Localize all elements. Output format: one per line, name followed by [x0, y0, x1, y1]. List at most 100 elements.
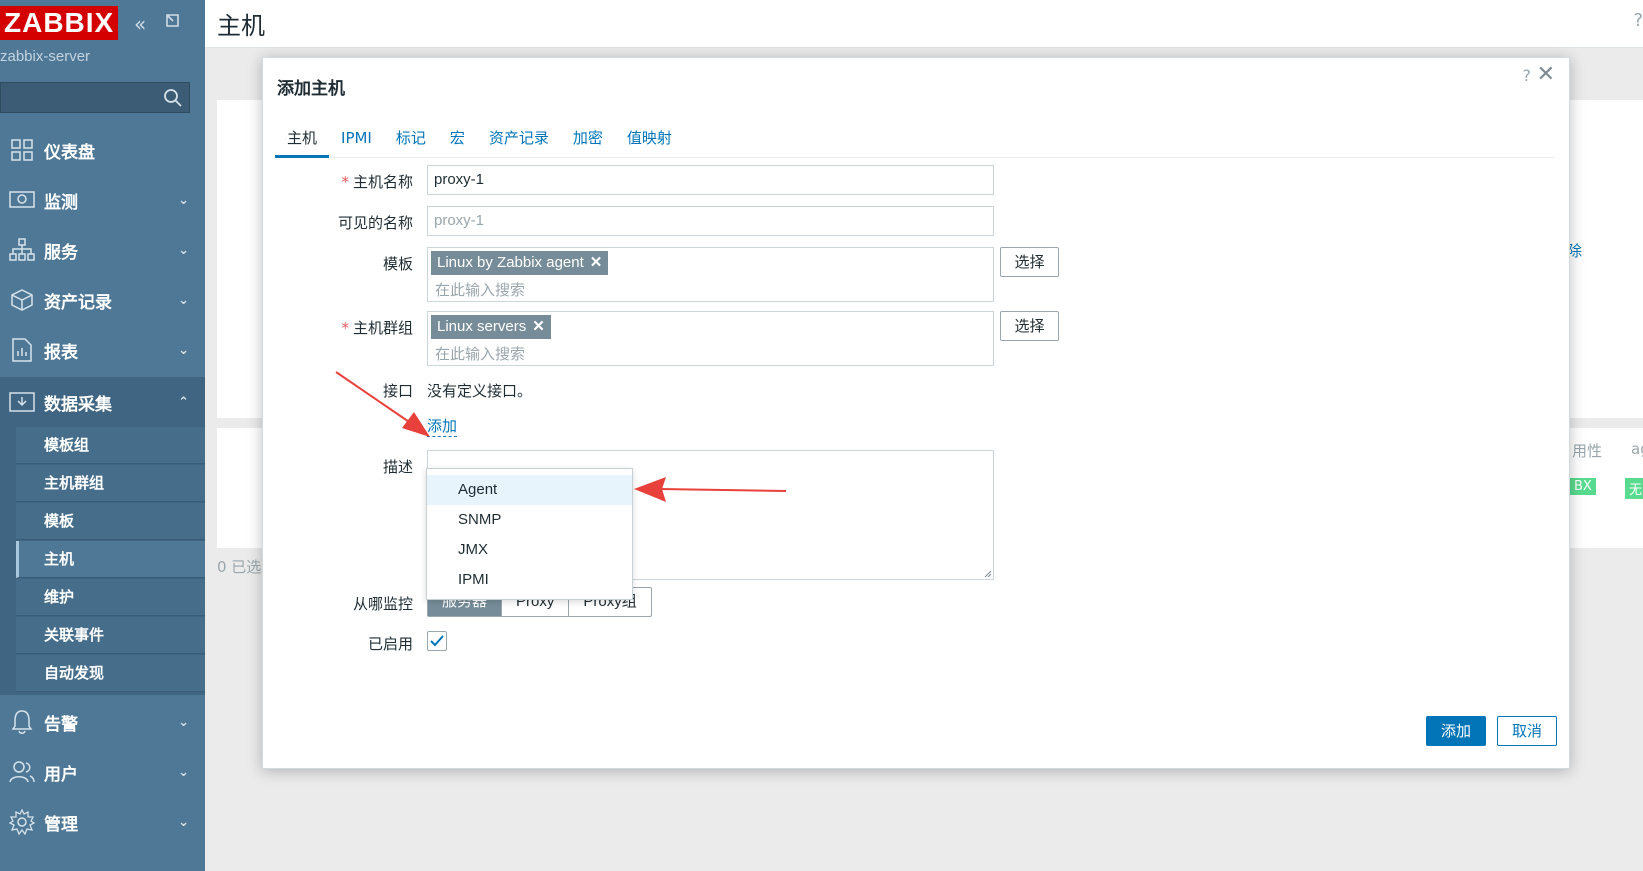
tab-encryption[interactable]: 加密 — [561, 118, 615, 158]
interfaces-label: 接口 — [382, 382, 413, 400]
page-header: 主机 ? — [205, 0, 1643, 48]
chevron-down-icon: ⌄ — [178, 293, 189, 308]
nav-label: 资产记录 — [44, 292, 112, 313]
chevron-down-icon: ⌄ — [178, 343, 189, 358]
column-agent-encryption[interactable]: ag — [1631, 440, 1643, 458]
tab-host[interactable]: 主机 — [275, 118, 330, 158]
cancel-button[interactable]: 取消 — [1497, 716, 1557, 746]
users-icon — [0, 757, 44, 787]
tab-ipmi[interactable]: IPMI — [329, 118, 384, 158]
dashboard-icon — [0, 135, 44, 165]
add-interface-link[interactable]: 添加 — [427, 415, 458, 437]
add-host-dialog: 添加主机 ? ✕ 主机 IPMI 标记 宏 资产记录 加密 值映射 * 主机名称 … — [262, 57, 1570, 769]
logo-row: ZABBIX « — [0, 4, 205, 40]
selected-count: 0 已选 — [217, 558, 262, 576]
collapse-sidebar-icon[interactable]: « — [134, 12, 146, 36]
close-icon[interactable]: ✕ — [1537, 62, 1555, 87]
nav-label: 管理 — [44, 814, 78, 835]
data-collection-icon — [0, 387, 44, 417]
nav-users[interactable]: 用户 ⌄ — [0, 747, 205, 797]
host-groups-label: * 主机群组 — [341, 319, 413, 337]
nav-administration[interactable]: 管理 ⌄ — [0, 797, 205, 847]
templates-multiselect[interactable]: Linux by Zabbix agent ✕ 在此输入搜索 — [427, 247, 994, 302]
host-groups-multiselect[interactable]: Linux servers ✕ 在此输入搜索 — [427, 311, 994, 366]
tab-macros[interactable]: 宏 — [438, 118, 477, 158]
chevron-down-icon: ⌄ — [178, 193, 189, 208]
dropdown-item-snmp[interactable]: SNMP — [427, 505, 632, 535]
availability-badge: BX — [1570, 478, 1596, 495]
reports-icon — [0, 335, 44, 365]
column-availability[interactable]: 用性 — [1572, 440, 1602, 461]
nav-dashboards[interactable]: 仪表盘 — [0, 125, 205, 175]
chevron-down-icon: ⌄ — [178, 715, 189, 730]
submenu-hosts[interactable]: 主机 — [16, 541, 205, 578]
alerts-icon — [0, 707, 44, 737]
interface-type-dropdown: Agent SNMP JMX IPMI — [426, 468, 633, 600]
chevron-down-icon: ⌄ — [178, 815, 189, 830]
submenu-host-groups[interactable]: 主机群组 — [16, 465, 205, 502]
nav-services[interactable]: 服务 ⌄ — [0, 225, 205, 275]
dialog-title: 添加主机 — [277, 79, 345, 99]
groups-search-input[interactable]: 在此输入搜索 — [435, 343, 525, 364]
inventory-icon — [0, 285, 44, 315]
services-icon — [0, 235, 44, 265]
data-collection-submenu: 模板组 主机群组 模板 主机 维护 关联事件 自动发现 — [0, 427, 205, 695]
submenu-discovery[interactable]: 自动发现 — [16, 655, 205, 692]
submenu-event-correlation[interactable]: 关联事件 — [16, 617, 205, 654]
dropdown-item-ipmi[interactable]: IPMI — [427, 565, 632, 595]
remove-chip-icon[interactable]: ✕ — [532, 318, 545, 335]
tab-inventory[interactable]: 资产记录 — [477, 118, 561, 158]
kiosk-mode-icon[interactable] — [164, 12, 181, 29]
visible-name-input[interactable]: proxy-1 — [427, 206, 994, 236]
select-groups-button[interactable]: 选择 — [1000, 311, 1059, 341]
resize-handle-icon[interactable] — [982, 568, 992, 578]
help-icon[interactable]: ? — [1523, 66, 1532, 85]
monitoring-icon — [0, 185, 44, 215]
dropdown-item-agent[interactable]: Agent — [427, 475, 632, 505]
nav-label: 数据采集 — [44, 394, 112, 415]
sidebar-search-input[interactable] — [0, 82, 190, 113]
templates-label: 模板 — [382, 255, 413, 273]
chevron-down-icon: ⌄ — [178, 243, 189, 258]
no-interfaces-text: 没有定义接口。 — [427, 382, 533, 400]
select-templates-button[interactable]: 选择 — [1000, 247, 1059, 277]
nav-label: 告警 — [44, 714, 78, 735]
add-button[interactable]: 添加 — [1426, 716, 1486, 746]
sidebar: ZABBIX « zabbix-server 仪表盘 监测 ⌄ 服务 ⌄ 资产记… — [0, 0, 205, 871]
host-name-input[interactable]: proxy-1 — [427, 165, 994, 195]
nav-label: 仪表盘 — [44, 142, 95, 163]
zabbix-logo[interactable]: ZABBIX — [0, 6, 119, 40]
nav-data-collection[interactable]: 数据采集 ⌃ — [0, 377, 205, 427]
visible-name-label: 可见的名称 — [337, 214, 413, 232]
remove-chip-icon[interactable]: ✕ — [590, 254, 603, 271]
nav-monitoring[interactable]: 监测 ⌄ — [0, 175, 205, 225]
submenu-template-groups[interactable]: 模板组 — [16, 427, 205, 464]
dialog-tabs: 主机 IPMI 标记 宏 资产记录 加密 值映射 — [275, 118, 1555, 158]
help-icon[interactable]: ? — [1633, 10, 1643, 31]
chevron-down-icon: ⌄ — [178, 765, 189, 780]
submenu-maintenance[interactable]: 维护 — [16, 579, 205, 616]
server-name: zabbix-server — [0, 48, 91, 65]
group-chip: Linux servers ✕ — [431, 315, 551, 339]
dropdown-item-jmx[interactable]: JMX — [427, 535, 632, 565]
enabled-checkbox[interactable] — [427, 631, 447, 651]
nav-label: 监测 — [44, 192, 78, 213]
monitored-by-label: 从哪监控 — [352, 595, 413, 613]
templates-search-input[interactable]: 在此输入搜索 — [435, 279, 525, 300]
chevron-up-icon: ⌃ — [178, 395, 189, 410]
nav-reports[interactable]: 报表 ⌄ — [0, 325, 205, 375]
gear-icon — [0, 807, 44, 837]
enabled-label: 已启用 — [367, 635, 413, 653]
tab-value-mapping[interactable]: 值映射 — [615, 118, 684, 158]
host-name-label: * 主机名称 — [341, 173, 413, 191]
nav-label: 报表 — [44, 342, 78, 363]
nav-alerts[interactable]: 告警 ⌄ — [0, 697, 205, 747]
search-icon[interactable] — [163, 88, 183, 108]
tab-tags[interactable]: 标记 — [384, 118, 438, 158]
template-chip: Linux by Zabbix agent ✕ — [431, 251, 609, 275]
submenu-templates[interactable]: 模板 — [16, 503, 205, 540]
nav-inventory[interactable]: 资产记录 ⌄ — [0, 275, 205, 325]
encryption-badge: 无 — [1625, 478, 1643, 499]
checkmark-icon — [430, 635, 444, 647]
nav-label: 服务 — [44, 242, 78, 263]
